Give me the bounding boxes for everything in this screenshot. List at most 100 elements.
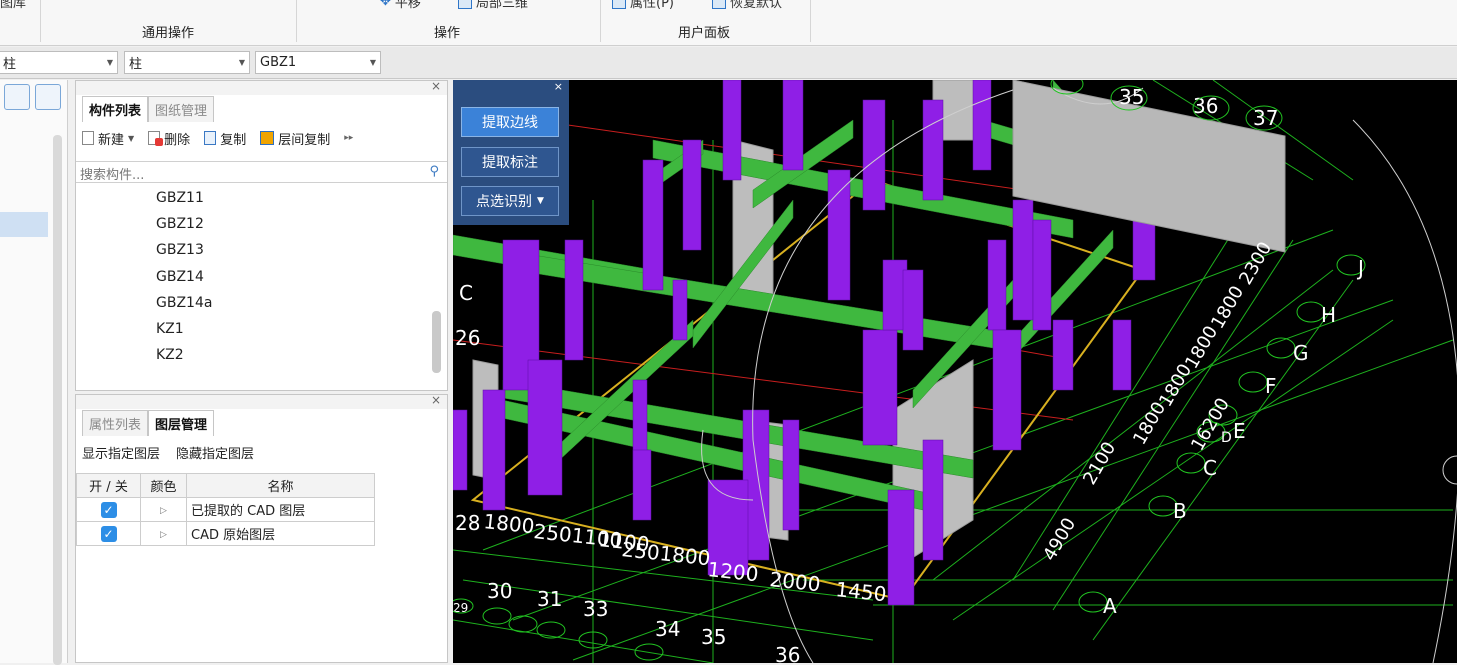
list-item[interactable]: KZ2	[156, 342, 212, 368]
dimension-label: 4900	[1039, 514, 1080, 564]
axis-letter: J	[1356, 256, 1364, 280]
column	[453, 409, 468, 491]
extract-annotation-button[interactable]: 提取标注	[461, 147, 559, 177]
dimension-label: 1200	[706, 557, 759, 586]
column	[887, 489, 915, 606]
restore-default-button[interactable]: 恢复默认	[712, 0, 782, 11]
local-3d-label: 局部三维	[476, 0, 529, 11]
navigation-tree	[0, 80, 68, 665]
list-view-icon[interactable]	[4, 84, 30, 110]
column	[527, 359, 563, 496]
nav-scrollbar[interactable]	[53, 135, 62, 665]
column	[1032, 219, 1052, 331]
axis-number: 37	[1253, 106, 1278, 130]
column	[922, 99, 944, 201]
axis-letter: D	[1221, 430, 1232, 446]
list-item[interactable]: GBZ14	[156, 264, 212, 290]
more-icon[interactable]: ▸▸	[344, 133, 353, 143]
properties-button[interactable]: 属性(P)	[612, 0, 674, 11]
delete-icon	[148, 131, 164, 146]
new-button[interactable]: 新建 ▼	[82, 129, 134, 148]
ribbon-gallery-item[interactable]: 图库	[0, 0, 26, 11]
list-item[interactable]: GBZ14a	[156, 290, 212, 316]
copy-label: 复制	[220, 132, 247, 148]
floor-copy-label: 层间复制	[278, 132, 331, 148]
layer-color[interactable]: ▷	[140, 521, 187, 546]
axis-number: 34	[655, 617, 680, 641]
axis-number: 30	[487, 579, 512, 603]
chevron-down-icon: ▼	[537, 196, 544, 206]
check-icon[interactable]: ✓	[100, 525, 117, 542]
local-3d-button[interactable]: 局部三维	[458, 0, 528, 11]
column	[1012, 199, 1034, 321]
component-select[interactable]: GBZ1 ▼	[255, 51, 381, 74]
list-item[interactable]: GBZ11	[156, 185, 212, 211]
list-item[interactable]: GBZ13	[156, 237, 212, 263]
layer-toggle[interactable]: ✓	[76, 497, 141, 522]
floor-copy-button[interactable]: 层间复制	[260, 129, 330, 148]
dimension-label: 1800	[1155, 360, 1196, 410]
component-list-scrollbar[interactable]	[432, 311, 441, 373]
column	[992, 329, 1022, 451]
dimension-label: 1450	[834, 577, 887, 606]
axis-grid	[453, 80, 1454, 663]
properties-label: 属性(P)	[630, 0, 674, 11]
selector-bar: 柱 ▼ 柱 ▼ GBZ1 ▼	[0, 47, 1457, 79]
layer-color[interactable]: ▷	[140, 497, 187, 522]
gallery-label: 图库	[0, 0, 27, 11]
type-select[interactable]: 柱 ▼	[124, 51, 250, 74]
extract-edge-button[interactable]: 提取边线	[461, 107, 559, 137]
delete-button[interactable]: 删除	[148, 129, 190, 148]
show-layer-button[interactable]: 显示指定图层	[82, 443, 160, 462]
column	[564, 239, 584, 361]
component-list: GBZ11 GBZ12 GBZ13 GBZ14 GBZ14a KZ1 KZ2	[156, 185, 212, 368]
chevron-down-icon: ▼	[369, 58, 376, 67]
table-row[interactable]: ✓ ▷ CAD 原始图层	[76, 521, 375, 546]
axis-bubble	[536, 621, 566, 639]
axis-bubble	[508, 615, 538, 633]
search-icon[interactable]: ⚲	[429, 164, 439, 179]
tab-component-list[interactable]: 构件列表	[82, 96, 149, 122]
layer-toggle[interactable]: ✓	[76, 521, 141, 546]
check-icon[interactable]: ✓	[100, 501, 117, 518]
close-icon[interactable]: ×	[554, 80, 563, 93]
local-3d-icon	[458, 0, 472, 9]
point-recognize-button[interactable]: 点选识别 ▼	[461, 186, 559, 216]
column	[632, 449, 652, 521]
tab-property-list[interactable]: 属性列表	[82, 410, 149, 436]
pan-button[interactable]: ✥ 平移	[380, 0, 421, 11]
nav-selected-item[interactable]	[0, 212, 48, 237]
group-label-general: 通用操作	[142, 26, 195, 41]
chevron-down-icon: ▼	[128, 133, 135, 143]
copy-button[interactable]: 复制	[204, 129, 246, 148]
detail-view-icon[interactable]	[35, 84, 61, 110]
axis-bubble	[482, 607, 512, 625]
close-icon[interactable]: ×	[431, 79, 441, 93]
close-icon[interactable]: ×	[431, 393, 441, 407]
component-search-input[interactable]: 搜索构件... ⚲	[76, 161, 447, 183]
arc	[1352, 119, 1457, 663]
column	[682, 139, 702, 251]
list-item[interactable]: GBZ12	[156, 211, 212, 237]
properties-icon	[612, 0, 626, 9]
table-row[interactable]: ✓ ▷ 已提取的 CAD 图层	[76, 497, 375, 522]
model-viewport[interactable]: 35 36 37 J H G F E D C B A C 26 28 1800 …	[453, 80, 1457, 663]
list-item[interactable]: KZ1	[156, 316, 212, 342]
component-toolbar: 新建 ▼ 删除 复制 层间复制 ▸▸	[76, 125, 447, 151]
ribbon-divider	[810, 0, 811, 42]
tab-drawing-manager[interactable]: 图纸管理	[148, 96, 215, 122]
floor-copy-icon	[260, 131, 275, 145]
axis-number: 36	[1193, 94, 1218, 118]
chevron-down-icon: ▼	[106, 58, 113, 67]
ribbon-divider	[296, 0, 297, 42]
tab-layer-manager[interactable]: 图层管理	[148, 410, 215, 436]
bottom-axis-labels: 29 30 31 33 34 35 36	[453, 579, 800, 663]
column	[672, 279, 688, 341]
layer-name: CAD 原始图层	[186, 521, 375, 546]
delete-label: 删除	[164, 132, 191, 148]
dimension-label: 1800	[482, 509, 535, 538]
floor-select[interactable]: 柱 ▼	[0, 51, 118, 74]
pan-icon: ✥	[380, 0, 391, 9]
hide-layer-button[interactable]: 隐藏指定图层	[176, 443, 254, 462]
type-select-value: 柱	[129, 57, 143, 72]
